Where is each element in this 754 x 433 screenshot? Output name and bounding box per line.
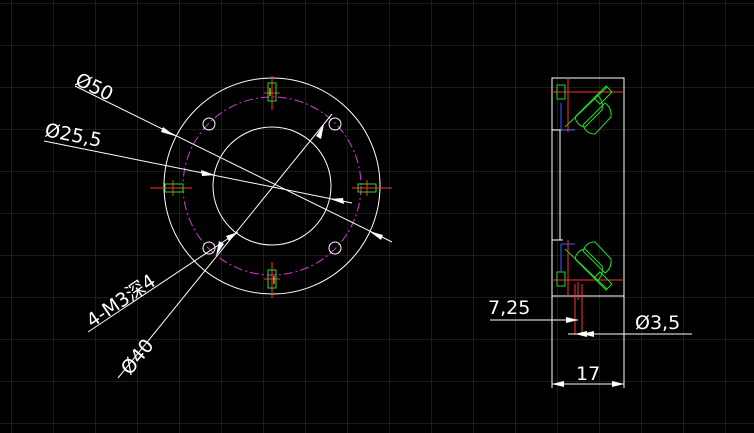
thickness-label: 17 (576, 363, 600, 385)
pin-offset-label: 7,25 (488, 297, 530, 319)
cad-viewport[interactable]: Ø50 Ø25,5 Ø40 4-M3深4 7,25 Ø3,5 17 (0, 0, 754, 433)
pin-diameter-label: Ø3,5 (635, 312, 680, 334)
drawing-grid (0, 0, 754, 433)
